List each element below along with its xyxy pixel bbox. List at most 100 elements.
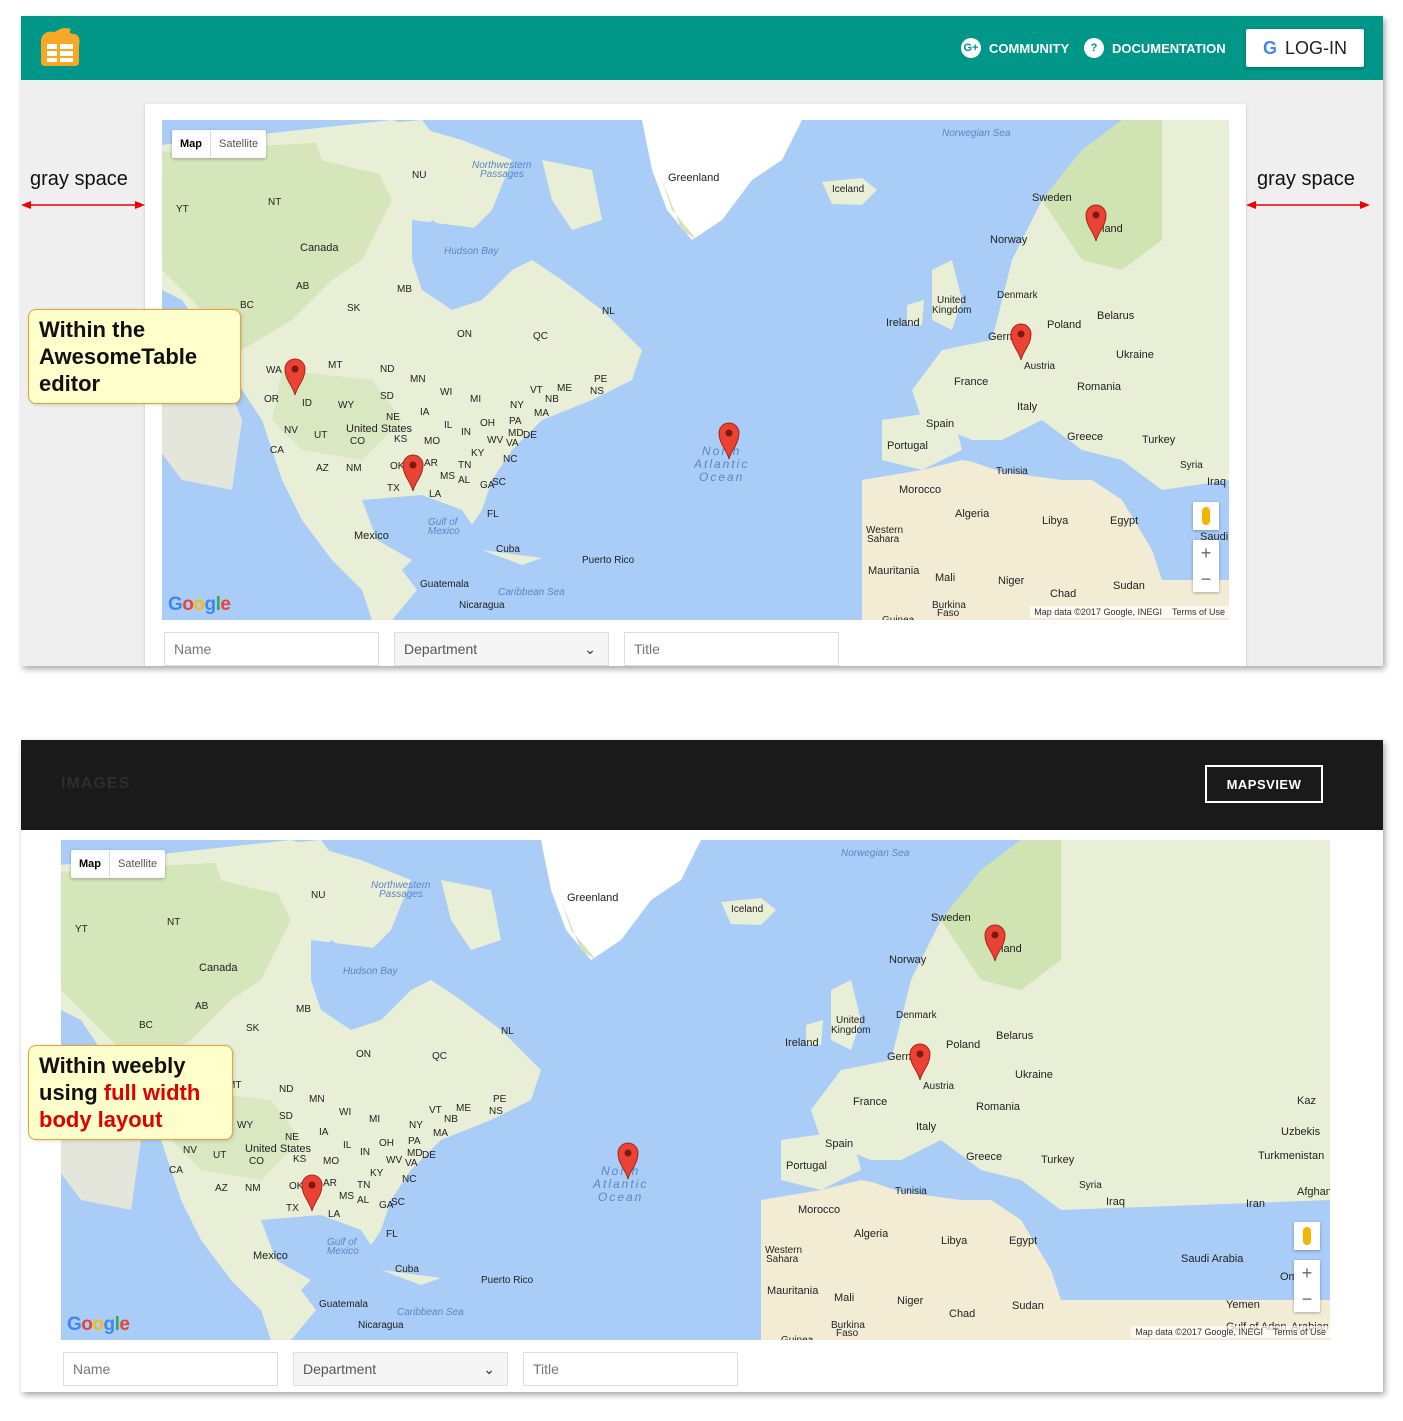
map-marker[interactable] bbox=[1010, 323, 1032, 361]
map-label: TN bbox=[458, 460, 472, 471]
map-label: KS bbox=[293, 1154, 307, 1165]
mapsview-button[interactable]: MAPSVIEW bbox=[1205, 765, 1323, 803]
map-label: Sahara bbox=[766, 1254, 799, 1265]
map-label: Austria bbox=[1024, 361, 1056, 372]
map-pin-icon bbox=[1010, 323, 1032, 361]
weebly-header: IMAGES MAPSVIEW bbox=[21, 740, 1383, 830]
terms-of-use-link[interactable]: Terms of Use bbox=[1172, 607, 1225, 617]
map-marker[interactable] bbox=[284, 358, 306, 396]
department-filter-label: Department bbox=[404, 641, 478, 657]
google-map[interactable]: Greenland Iceland Norwegian Sea Sweden land N… bbox=[61, 840, 1330, 1340]
map-label: VT bbox=[429, 1105, 442, 1116]
map-label: Caribbean Sea bbox=[498, 587, 565, 598]
map-type-satellite-button[interactable]: Satellite bbox=[110, 850, 165, 878]
map-type-satellite-button[interactable]: Satellite bbox=[211, 130, 266, 158]
map-type-control: Map Satellite bbox=[172, 130, 267, 158]
title-filter-input[interactable]: Title bbox=[624, 632, 839, 666]
map-label: MS bbox=[339, 1191, 354, 1202]
department-filter-select[interactable]: Department ⌄ bbox=[394, 632, 609, 666]
annotation-weebly-callout: Within weebly using full width body layo… bbox=[28, 1045, 233, 1140]
map-type-map-button[interactable]: Map bbox=[71, 850, 110, 878]
google-map[interactable]: Greenland Iceland Norwegian Sea Sweden land N… bbox=[162, 120, 1229, 620]
map-label: FL bbox=[487, 509, 499, 520]
map-label: MB bbox=[397, 284, 412, 295]
department-filter-label: Department bbox=[303, 1361, 377, 1377]
map-label: Portugal bbox=[786, 1160, 827, 1172]
map-label: Ukraine bbox=[1015, 1069, 1053, 1081]
awesome-table-logo[interactable] bbox=[37, 26, 83, 68]
pegman-icon[interactable] bbox=[1193, 502, 1219, 530]
map-label: Tunisia bbox=[895, 1186, 927, 1197]
map-label: Algeria bbox=[854, 1228, 889, 1240]
map-label: Hudson Bay bbox=[444, 246, 499, 257]
map-label: IL bbox=[444, 420, 453, 431]
map-label: France bbox=[954, 376, 989, 388]
map-pin-icon bbox=[984, 924, 1006, 962]
map-pin-icon bbox=[718, 422, 740, 460]
map-label: WI bbox=[339, 1107, 352, 1118]
name-filter-input[interactable]: Name bbox=[164, 632, 379, 666]
map-type-map-button[interactable]: Map bbox=[172, 130, 211, 158]
pegman-icon[interactable] bbox=[1294, 1222, 1320, 1250]
map-label: MN bbox=[410, 374, 426, 385]
name-filter-input[interactable]: Name bbox=[63, 1352, 278, 1386]
map-label: QC bbox=[533, 331, 548, 342]
terms-of-use-link[interactable]: Terms of Use bbox=[1273, 1327, 1326, 1337]
map-label: SK bbox=[246, 1023, 260, 1034]
map-label: AZ bbox=[215, 1183, 228, 1194]
annotation-editor-callout: Within the AwesomeTable editor bbox=[28, 309, 241, 404]
map-label: MI bbox=[470, 394, 482, 405]
map-label: ME bbox=[557, 383, 572, 394]
zoom-in-button[interactable]: + bbox=[1193, 540, 1219, 566]
map-label: AR bbox=[424, 458, 438, 469]
map-label: Belarus bbox=[1097, 310, 1135, 322]
map-label: NM bbox=[245, 1183, 261, 1194]
map-marker[interactable] bbox=[1085, 204, 1107, 242]
map-label: WV bbox=[487, 435, 504, 446]
map-marker[interactable] bbox=[301, 1174, 323, 1212]
weebly-full-width-screenshot: IMAGES MAPSVIEW Greenland Iceland Norwegia… bbox=[21, 740, 1383, 1392]
zoom-out-button[interactable]: − bbox=[1294, 1286, 1320, 1312]
map-label: Mexico bbox=[354, 530, 389, 542]
map-label: Kingdom bbox=[932, 305, 972, 316]
zoom-out-button[interactable]: − bbox=[1193, 566, 1219, 592]
department-filter-select[interactable]: Department ⌄ bbox=[293, 1352, 508, 1386]
map-marker[interactable] bbox=[617, 1142, 639, 1180]
annotation-line: Within the bbox=[39, 317, 146, 342]
map-label: Iraq bbox=[1207, 476, 1226, 488]
map-label: Norway bbox=[889, 954, 927, 966]
map-label: Mali bbox=[834, 1292, 855, 1304]
map-marker[interactable] bbox=[718, 422, 740, 460]
map-marker[interactable] bbox=[984, 924, 1006, 962]
map-label: Nicaragua bbox=[358, 1320, 404, 1331]
map-label: NC bbox=[402, 1174, 417, 1185]
map-label: Norwegian Sea bbox=[841, 848, 910, 859]
google-logo[interactable]: Google bbox=[67, 1314, 130, 1336]
map-pin-icon bbox=[402, 454, 424, 492]
map-label: Iraq bbox=[1106, 1196, 1125, 1208]
map-marker[interactable] bbox=[402, 454, 424, 492]
gray-space-left-arrow bbox=[21, 201, 145, 209]
community-link[interactable]: G+ COMMUNITY bbox=[961, 38, 1069, 58]
map-label: Morocco bbox=[798, 1204, 841, 1216]
map-attribution: Map data ©2017 Google, INEGI Terms of Use bbox=[1030, 606, 1229, 618]
map-label: VT bbox=[530, 385, 543, 396]
map-label: Ukraine bbox=[1116, 349, 1154, 361]
images-nav-label[interactable]: IMAGES bbox=[61, 775, 130, 793]
documentation-link[interactable]: ? DOCUMENTATION bbox=[1084, 38, 1226, 58]
map-label: Canada bbox=[199, 962, 238, 974]
google-logo[interactable]: Google bbox=[168, 594, 231, 616]
map-label: Greenland bbox=[567, 892, 619, 904]
map-label: MB bbox=[296, 1004, 311, 1015]
community-label: COMMUNITY bbox=[989, 40, 1070, 56]
zoom-in-button[interactable]: + bbox=[1294, 1260, 1320, 1286]
map-label: SD bbox=[279, 1111, 293, 1122]
map-marker[interactable] bbox=[909, 1043, 931, 1081]
map-label: Turkey bbox=[1041, 1154, 1075, 1166]
map-label: GA bbox=[379, 1200, 394, 1211]
map-label: Guatemala bbox=[420, 579, 469, 590]
chevron-down-icon: ⌄ bbox=[483, 1361, 495, 1377]
title-filter-input[interactable]: Title bbox=[523, 1352, 738, 1386]
login-button[interactable]: G LOG-IN bbox=[1246, 29, 1364, 67]
map-label: Spain bbox=[926, 418, 955, 430]
